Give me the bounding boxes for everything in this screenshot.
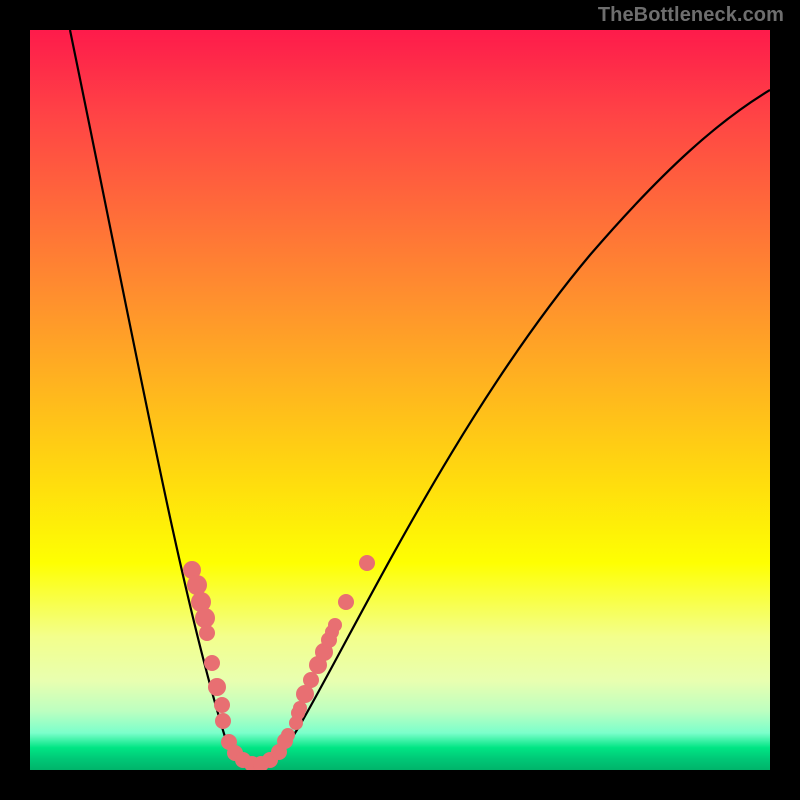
- data-point: [281, 728, 295, 742]
- data-point: [293, 701, 307, 715]
- plot-area: [30, 30, 770, 770]
- attribution-text: TheBottleneck.com: [598, 4, 784, 27]
- chart-frame: TheBottleneck.com: [0, 0, 800, 800]
- data-point: [187, 575, 207, 595]
- data-point: [303, 672, 319, 688]
- data-point: [204, 655, 220, 671]
- data-point: [214, 697, 230, 713]
- data-point: [208, 678, 226, 696]
- data-points: [183, 555, 375, 770]
- data-point: [328, 618, 342, 632]
- data-point: [195, 608, 215, 628]
- data-point: [338, 594, 354, 610]
- data-point: [199, 625, 215, 641]
- chart-svg: [30, 30, 770, 770]
- bottleneck-curve: [70, 30, 770, 765]
- data-point: [215, 713, 231, 729]
- data-point: [359, 555, 375, 571]
